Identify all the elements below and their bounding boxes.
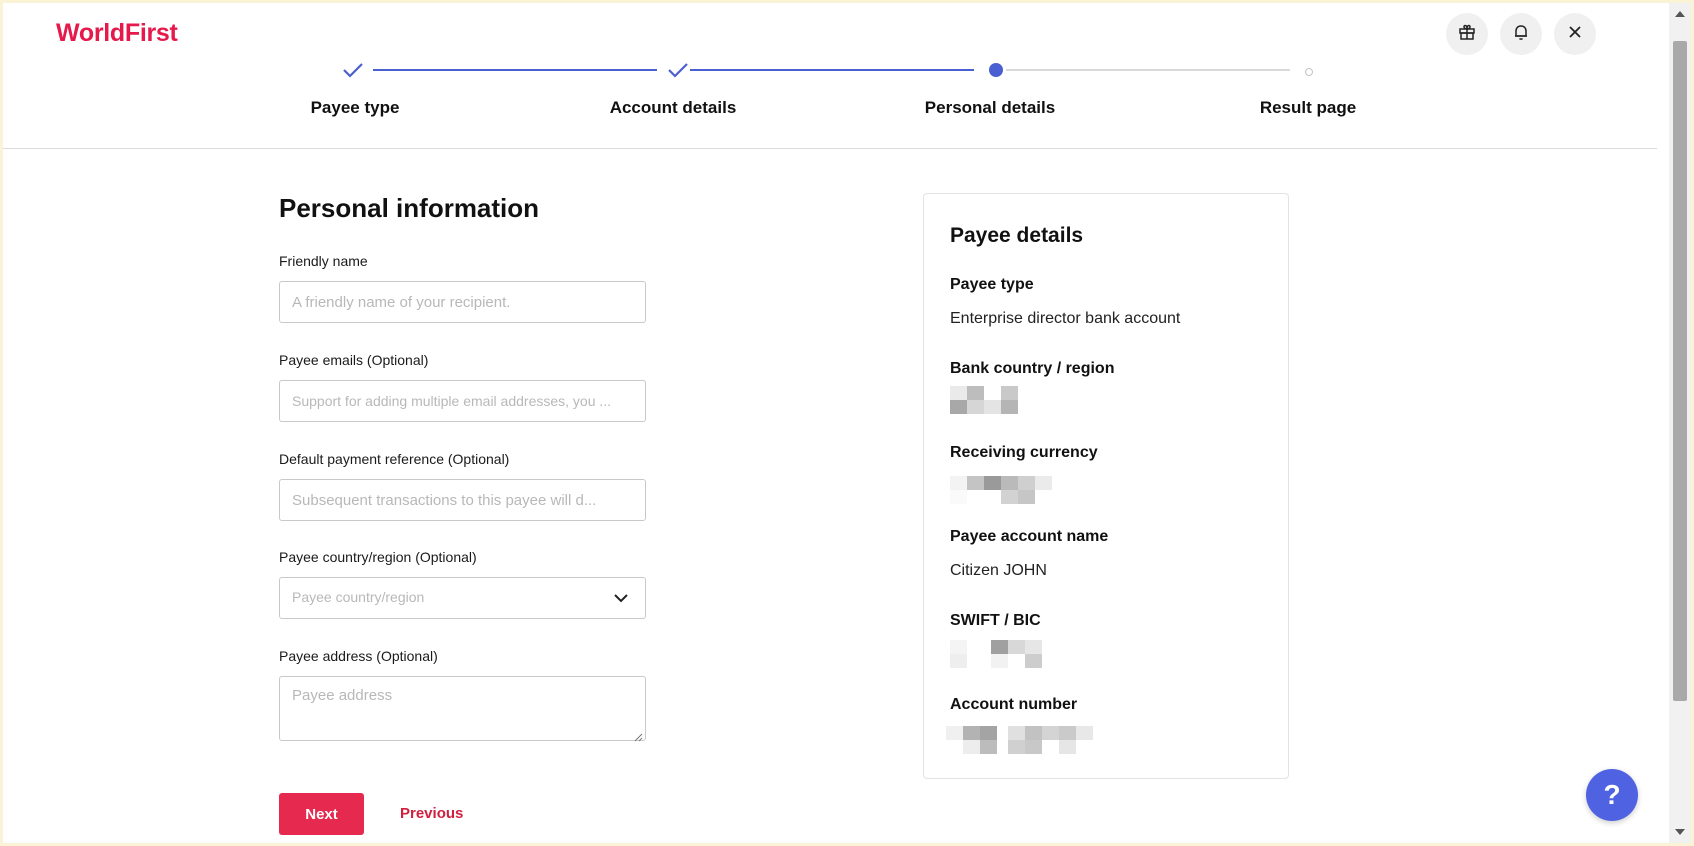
payee-address-label: Payee address (Optional) xyxy=(279,648,438,664)
payee-country-label: Payee country/region (Optional) xyxy=(279,549,477,565)
account-number-redacted xyxy=(946,726,1106,756)
progress-stepper: Payee type Account details Personal deta… xyxy=(3,3,1657,148)
step-connector xyxy=(373,69,657,71)
step-connector xyxy=(1006,69,1290,71)
payment-reference-input[interactable] xyxy=(279,479,646,521)
payment-reference-label: Default payment reference (Optional) xyxy=(279,451,510,467)
receiving-currency-label: Receiving currency xyxy=(950,444,1098,461)
step-2-check-icon xyxy=(667,62,689,83)
friendly-name-label: Friendly name xyxy=(279,253,368,269)
next-button[interactable]: Next xyxy=(279,793,364,835)
swift-bic-label: SWIFT / BIC xyxy=(950,612,1041,629)
step-connector xyxy=(690,69,974,71)
step-label-account-details: Account details xyxy=(609,98,737,117)
payee-details-title: Payee details xyxy=(950,224,1084,247)
payee-emails-label: Payee emails (Optional) xyxy=(279,352,429,368)
payee-emails-input[interactable] xyxy=(279,380,646,422)
scroll-down-icon[interactable] xyxy=(1675,829,1685,835)
form-title: Personal information xyxy=(279,193,540,223)
header: WorldFirst Payee type Account details Pe… xyxy=(3,3,1657,149)
payee-details-card: Payee details Payee type Enterprise dire… xyxy=(923,193,1289,779)
page: WorldFirst Payee type Account details Pe… xyxy=(3,3,1691,843)
payee-account-name-label: Payee account name xyxy=(950,528,1109,545)
resize-grip-icon[interactable] xyxy=(633,729,643,747)
scroll-up-icon[interactable] xyxy=(1675,11,1685,17)
payee-type-label: Payee type xyxy=(950,276,1034,293)
payee-type-value: Enterprise director bank account xyxy=(950,310,1181,327)
step-4-pending-dot xyxy=(1305,68,1313,76)
step-1-check-icon xyxy=(342,62,364,83)
bank-country-label: Bank country / region xyxy=(950,360,1115,377)
payee-country-select[interactable]: Payee country/region xyxy=(279,577,646,619)
bank-country-redacted xyxy=(950,386,1030,416)
chevron-down-icon xyxy=(613,591,629,609)
account-number-label: Account number xyxy=(950,696,1078,713)
step-label-payee-type: Payee type xyxy=(310,98,400,117)
payee-account-name-value: Citizen JOHN xyxy=(950,562,1047,579)
step-3-current-dot xyxy=(989,63,1003,77)
payee-address-input[interactable] xyxy=(279,676,646,741)
receiving-currency-redacted xyxy=(950,476,1070,508)
swift-bic-redacted xyxy=(950,640,1050,672)
previous-button[interactable]: Previous xyxy=(400,805,463,822)
step-label-personal-details: Personal details xyxy=(924,98,1056,117)
help-button[interactable]: ? xyxy=(1586,769,1638,821)
friendly-name-input[interactable] xyxy=(279,281,646,323)
scrollbar[interactable] xyxy=(1669,3,1691,843)
scroll-thumb[interactable] xyxy=(1673,41,1687,701)
step-label-result-page: Result page xyxy=(1259,98,1357,117)
payee-country-placeholder: Payee country/region xyxy=(292,589,425,605)
